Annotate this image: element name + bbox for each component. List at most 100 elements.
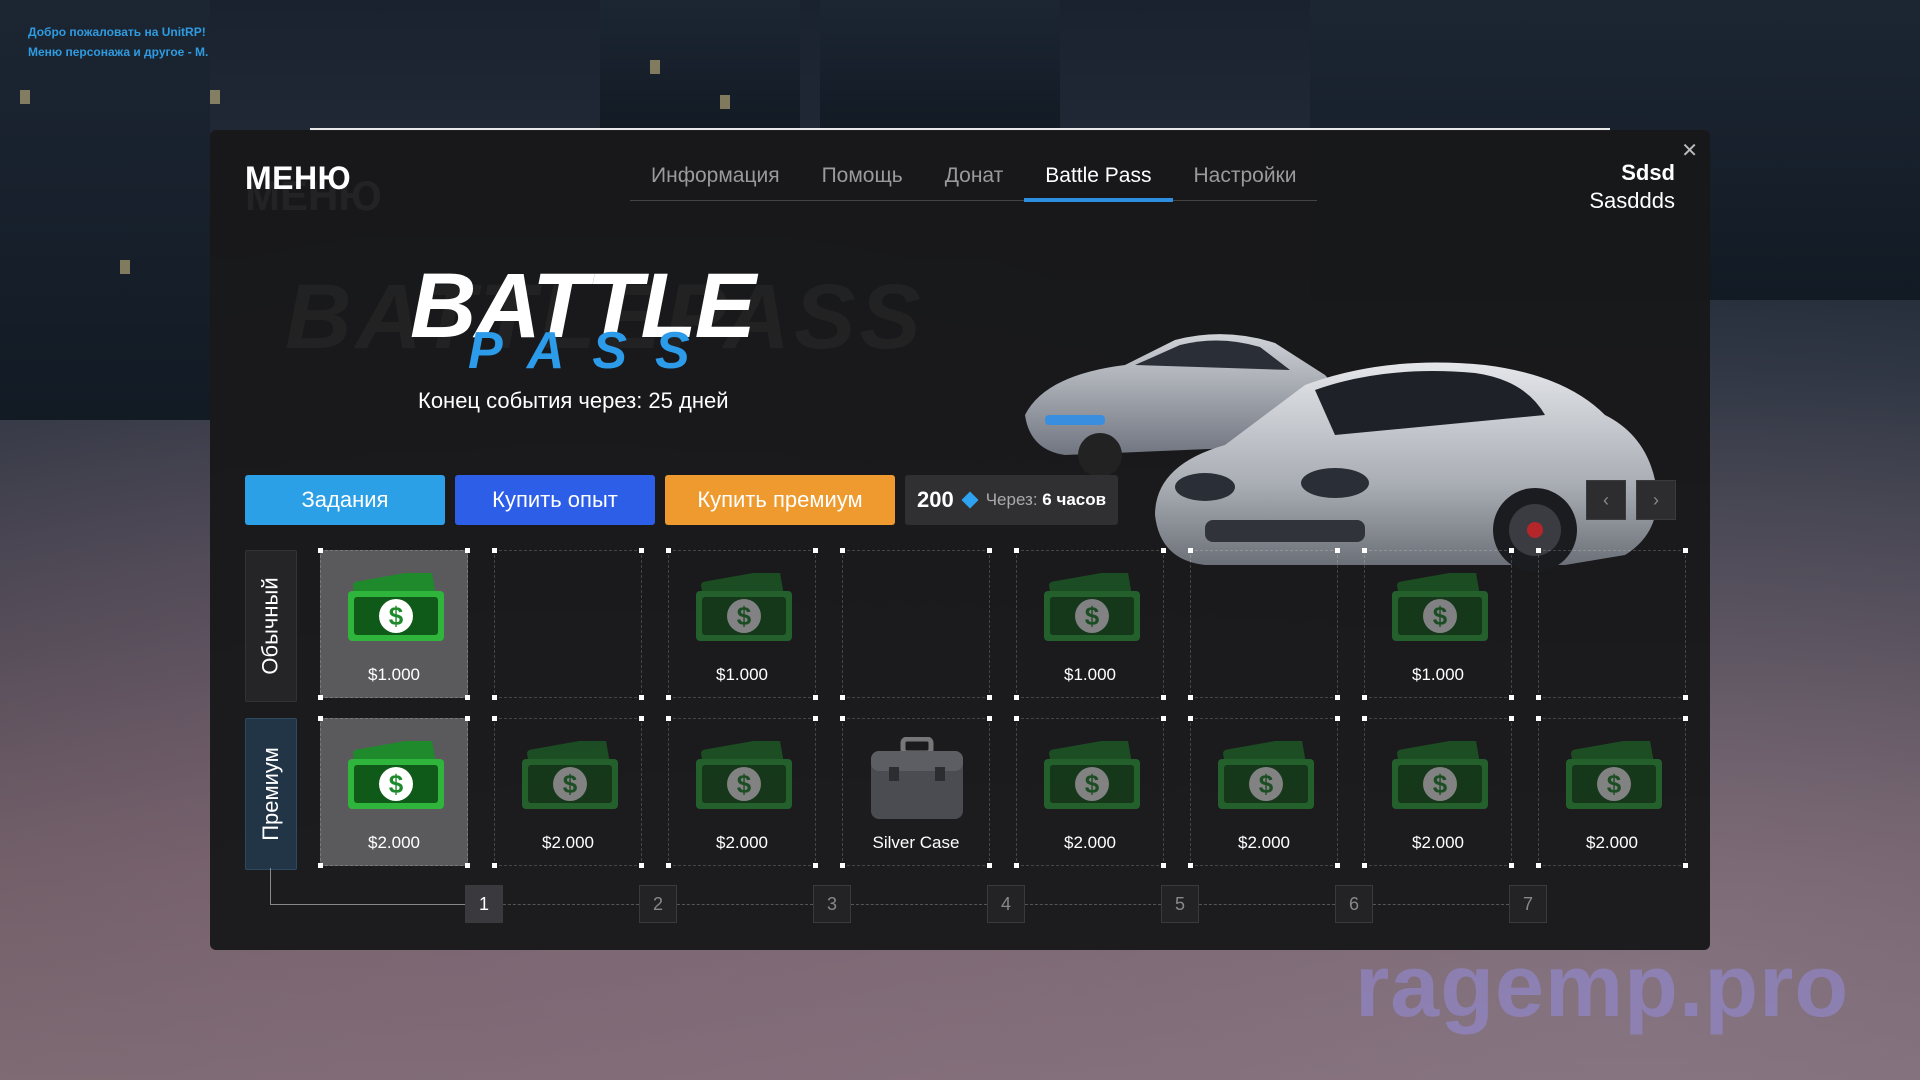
premium-reward-cell[interactable]: $ $2.000 (492, 716, 644, 868)
cell-corner-marker (987, 863, 992, 868)
cell-corner-marker (666, 863, 671, 868)
svg-text:$: $ (1085, 601, 1100, 631)
chevron-left-icon[interactable]: ‹ (1586, 480, 1626, 520)
cell-corner-marker (1188, 548, 1193, 553)
cell-corner-marker (1335, 716, 1340, 721)
level-track-line (851, 904, 987, 905)
cell-corner-marker (813, 716, 818, 721)
cell-corner-marker (666, 716, 671, 721)
chevron-right-icon[interactable]: › (1636, 480, 1676, 520)
level-marker[interactable]: 1 (465, 885, 503, 923)
cell-corner-marker (1683, 695, 1688, 700)
cell-corner-marker (318, 863, 323, 868)
premium-reward-cell[interactable]: $ $2.000 (1362, 716, 1514, 868)
cell-corner-marker (1536, 863, 1541, 868)
level-marker[interactable]: 5 (1161, 885, 1199, 923)
cell-corner-marker (987, 548, 992, 553)
money-icon: $ (1564, 737, 1664, 818)
tab-information[interactable]: Информация (630, 160, 801, 200)
svg-text:$: $ (737, 769, 752, 799)
money-icon: $ (694, 737, 794, 818)
cell-corner-marker (465, 863, 470, 868)
normal-reward-cell[interactable]: $ $1.000 (1362, 548, 1514, 700)
money-icon: $ (694, 569, 794, 650)
buy-premium-button[interactable]: Купить премиум (665, 475, 895, 525)
money-icon: $ (346, 737, 446, 818)
tab-settings[interactable]: Настройки (1173, 160, 1318, 200)
tab-help[interactable]: Помощь (801, 160, 924, 200)
cell-corner-marker (987, 695, 992, 700)
reward-label: $2.000 (1412, 833, 1464, 852)
normal-reward-cell[interactable] (1536, 548, 1688, 700)
premium-reward-cell[interactable]: $ $2.000 (318, 716, 470, 868)
tasks-button[interactable]: Задания (245, 475, 445, 525)
level-track-line (503, 904, 639, 905)
normal-reward-cell[interactable] (840, 548, 992, 700)
background-window (720, 95, 730, 109)
cell-corner-marker (1362, 863, 1367, 868)
battle-pass-title-pass: PASS (468, 322, 718, 380)
svg-text:$: $ (1433, 601, 1448, 631)
level-marker[interactable]: 7 (1509, 885, 1547, 923)
background-window (210, 90, 220, 104)
cell-corner-marker (318, 716, 323, 721)
buy-exp-button[interactable]: Купить опыт (455, 475, 655, 525)
cell-corner-marker (840, 695, 845, 700)
cell-corner-marker (813, 548, 818, 553)
cell-corner-marker (1362, 716, 1367, 721)
cell-corner-marker (1014, 716, 1019, 721)
character-menu-window: ✕ МЕНЮ МЕНЮ Информация Помощь Донат Batt… (210, 130, 1710, 950)
points-panel: 200 Через: 6 часов (905, 475, 1119, 525)
level-track-line (1373, 904, 1509, 905)
level-track-line (677, 904, 813, 905)
tab-battle-pass[interactable]: Battle Pass (1024, 160, 1173, 202)
level-marker[interactable]: 3 (813, 885, 851, 923)
premium-reward-cell[interactable]: $ $2.000 (1536, 716, 1688, 868)
normal-reward-cell[interactable] (1188, 548, 1340, 700)
money-icon: $ (1390, 569, 1490, 650)
cell-corner-marker (1014, 695, 1019, 700)
premium-reward-cell[interactable]: $ $2.000 (1014, 716, 1166, 868)
cell-corner-marker (1536, 548, 1541, 553)
points-value: 200 (917, 487, 954, 512)
user-surname: Sasddds (1589, 188, 1675, 213)
reward-label: $2.000 (1238, 833, 1290, 852)
background-building (820, 0, 1060, 130)
battle-pass-actions: Задания Купить опыт Купить премиум 200 Ч… (245, 475, 1119, 525)
level-marker[interactable]: 2 (639, 885, 677, 923)
cell-corner-marker (1335, 863, 1340, 868)
premium-reward-cell[interactable]: $ $2.000 (666, 716, 818, 868)
cell-corner-marker (666, 695, 671, 700)
cell-corner-marker (1683, 863, 1688, 868)
premium-reward-cell[interactable]: $ $2.000 (1188, 716, 1340, 868)
money-icon: $ (520, 737, 620, 818)
cell-corner-marker (813, 695, 818, 700)
menu-title: МЕНЮ (245, 160, 352, 196)
level-track-line (1025, 904, 1161, 905)
money-icon: $ (1216, 737, 1316, 818)
background-window (650, 60, 660, 74)
cell-corner-marker (1509, 863, 1514, 868)
cell-corner-marker (1161, 863, 1166, 868)
normal-reward-cell[interactable] (492, 548, 644, 700)
cell-corner-marker (639, 716, 644, 721)
svg-text:$: $ (389, 769, 404, 799)
cell-corner-marker (1536, 716, 1541, 721)
normal-reward-cell[interactable]: $ $1.000 (1014, 548, 1166, 700)
level-marker[interactable]: 4 (987, 885, 1025, 923)
cell-corner-marker (1509, 695, 1514, 700)
hud-line-1: Добро пожаловать на UnitRP! (28, 25, 206, 39)
level-marker[interactable]: 6 (1335, 885, 1373, 923)
cell-corner-marker (813, 863, 818, 868)
points-timer: Через: 6 часов (986, 490, 1106, 510)
normal-reward-cell[interactable]: $ $1.000 (318, 548, 470, 700)
reward-label: $1.000 (368, 665, 420, 684)
money-icon: $ (1042, 737, 1142, 818)
tab-donate[interactable]: Донат (924, 160, 1025, 200)
premium-reward-cell[interactable]: Silver Case (840, 716, 992, 868)
level-track-connector (270, 904, 465, 905)
normal-reward-cell[interactable]: $ $1.000 (666, 548, 818, 700)
svg-text:$: $ (1607, 769, 1622, 799)
close-icon[interactable]: ✕ (1681, 138, 1698, 163)
reward-navigation: ‹ › (1586, 480, 1676, 520)
